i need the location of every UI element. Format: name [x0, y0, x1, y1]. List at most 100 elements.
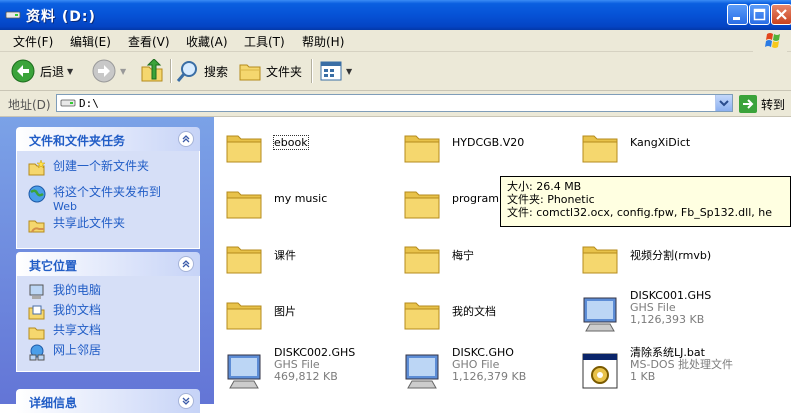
forward-button[interactable]: ▼ [91, 56, 126, 86]
place-shared-documents[interactable]: 共享文档 [17, 323, 199, 343]
batch-file-icon [582, 353, 618, 389]
search-icon [176, 61, 197, 82]
file-item[interactable]: 梅宁 [396, 232, 566, 280]
views-dropdown-icon[interactable]: ▼ [346, 67, 352, 76]
task-share-folder[interactable]: 共享此文件夹 [17, 216, 199, 236]
tasks-panel-header[interactable]: 文件和文件夹任务 [16, 127, 200, 151]
places-panel-header[interactable]: 其它位置 [16, 252, 200, 276]
ghost-file-icon [583, 297, 617, 332]
menu-tools[interactable]: 工具(T) [244, 33, 285, 50]
up-folder-icon [141, 59, 163, 82]
file-details: 清除系统LJ.bat MS-DOS 批处理文件 1 KB [630, 347, 733, 383]
views-button[interactable]: ▼ [319, 56, 352, 86]
details-panel-header[interactable]: 详细信息 [16, 389, 200, 413]
tooltip-size: 大小: 26.4 MB [507, 180, 582, 193]
file-item[interactable]: DISKC.GHO GHO File 1,126,379 KB [396, 345, 566, 393]
address-dropdown-button[interactable] [715, 95, 732, 111]
back-dropdown-icon[interactable]: ▼ [67, 67, 73, 76]
menu-view[interactable]: 查看(V) [128, 33, 170, 50]
folders-button[interactable]: 文件夹 [238, 56, 302, 86]
search-label: 搜索 [204, 64, 229, 79]
my-computer-icon [29, 284, 44, 299]
toolbar: 后退 ▼ ▼ 搜索 文件夹 ▼ [0, 52, 791, 91]
places-panel: 其它位置 我的电脑 我的文档 共享文档 网上邻居 [16, 252, 200, 372]
file-details: DISKC001.GHS GHS File 1,126,393 KB [630, 290, 711, 326]
file-item[interactable]: 我的文档 [396, 288, 566, 336]
file-size: 469,812 KB [274, 370, 338, 383]
new-folder-icon [28, 159, 46, 176]
file-item[interactable]: my music [218, 177, 388, 225]
folder-icon [404, 135, 440, 163]
menu-bar: 文件(F) 编辑(E) 查看(V) 收藏(A) 工具(T) 帮助(H) [0, 30, 791, 52]
file-item[interactable]: 视频分割(rmvb) [574, 232, 774, 280]
address-input[interactable]: D:\ [56, 94, 733, 112]
menu-edit[interactable]: 编辑(E) [70, 33, 111, 50]
file-item[interactable]: DISKC001.GHS GHS File 1,126,393 KB [574, 288, 774, 336]
place-label: 我的电脑 [53, 283, 102, 297]
file-item[interactable]: ebook [218, 121, 388, 169]
address-bar: 地址(D) D:\ 转到 [0, 91, 791, 117]
shared-documents-icon [28, 327, 45, 340]
collapse-icon[interactable] [178, 256, 194, 272]
expand-icon[interactable] [178, 393, 194, 409]
title-bar[interactable]: 资料 (D:) [0, 0, 791, 30]
file-name: program f [452, 192, 507, 205]
forward-arrow-icon [92, 59, 116, 83]
back-arrow-icon [11, 59, 35, 83]
network-places-icon [29, 344, 45, 361]
back-button[interactable]: 后退 ▼ [10, 56, 73, 86]
drive-icon [5, 11, 21, 19]
task-new-folder[interactable]: 创建一个新文件夹 [17, 159, 199, 179]
folder-info-tooltip: 大小: 26.4 MB 文件夹: Phonetic 文件: comctl32.o… [500, 176, 791, 227]
folder-icon [582, 246, 618, 274]
menu-favorites[interactable]: 收藏(A) [186, 33, 228, 50]
task-label: 共享此文件夹 [53, 216, 126, 230]
file-item[interactable]: 课件 [218, 232, 388, 280]
address-value: D:\ [79, 97, 99, 110]
file-item[interactable]: 清除系统LJ.bat MS-DOS 批处理文件 1 KB [574, 345, 784, 393]
forward-dropdown-icon[interactable]: ▼ [120, 67, 126, 76]
folder-icon [582, 135, 618, 163]
go-label: 转到 [761, 97, 786, 112]
menu-help[interactable]: 帮助(H) [302, 33, 344, 50]
windows-logo-icon [753, 30, 787, 52]
close-button[interactable] [771, 4, 791, 25]
folders-icon [239, 64, 261, 81]
go-button[interactable]: 转到 [739, 95, 785, 113]
file-item[interactable]: HYDCGB.V20 [396, 121, 566, 169]
folder-icon [226, 246, 262, 274]
folder-icon [226, 191, 262, 219]
minimize-icon [733, 17, 740, 20]
chevron-down-icon [719, 100, 729, 107]
place-my-computer[interactable]: 我的电脑 [17, 283, 199, 303]
task-label: 将这个文件夹发布到 [53, 185, 162, 199]
place-label: 我的文档 [53, 303, 102, 317]
place-label: 网上邻居 [53, 343, 102, 357]
task-publish-web[interactable]: 将这个文件夹发布到 Web [17, 185, 199, 214]
collapse-icon[interactable] [178, 131, 194, 147]
window-title: 资料 (D:) [26, 9, 96, 25]
menu-file[interactable]: 文件(F) [13, 33, 53, 50]
file-item[interactable]: DISKC002.GHS GHS File 469,812 KB [218, 345, 388, 393]
back-label: 后退 [40, 64, 65, 79]
folder-icon [404, 302, 440, 330]
maximize-button[interactable] [749, 4, 770, 25]
file-name: 课件 [274, 249, 296, 262]
tasks-panel: 文件和文件夹任务 创建一个新文件夹 将这个文件夹发布到 Web 共享此文件夹 [16, 127, 200, 249]
search-button[interactable]: 搜索 [176, 56, 228, 86]
drive-icon [60, 99, 76, 107]
file-item[interactable]: KangXiDict [574, 121, 764, 169]
place-network[interactable]: 网上邻居 [17, 343, 199, 363]
views-icon [320, 61, 342, 81]
publish-web-icon [28, 185, 46, 203]
file-name: 图片 [274, 305, 296, 318]
file-item[interactable]: 图片 [218, 288, 388, 336]
my-documents-icon [28, 305, 45, 320]
folder-icon [404, 246, 440, 274]
place-my-documents[interactable]: 我的文档 [17, 303, 199, 323]
up-folder-button[interactable] [140, 56, 164, 86]
file-name: HYDCGB.V20 [452, 136, 525, 149]
file-size: 1 KB [630, 370, 656, 383]
minimize-button[interactable] [727, 4, 748, 25]
details-panel-title: 详细信息 [29, 396, 78, 410]
